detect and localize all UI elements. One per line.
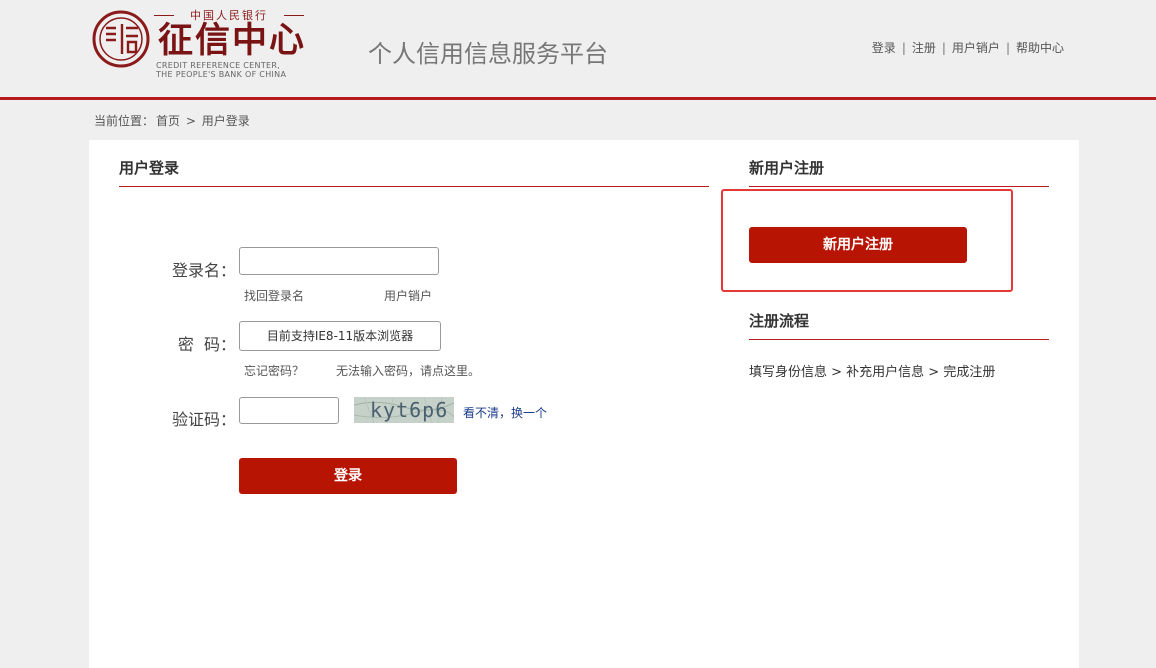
breadcrumb-prefix: 当前位置： bbox=[94, 114, 155, 128]
captcha-label: 验证码： bbox=[171, 410, 236, 429]
breadcrumb: 当前位置： 首页 > 用户登录 bbox=[94, 112, 252, 129]
nav-separator: | bbox=[901, 41, 906, 55]
forgot-password-link[interactable]: 忘记密码？ bbox=[244, 362, 304, 379]
register-section-title: 新用户注册 bbox=[749, 159, 825, 177]
breadcrumb-separator: > bbox=[185, 114, 196, 128]
logo-english-line2: THE PEOPLE'S BANK OF CHINA bbox=[156, 70, 287, 79]
nav-cancel-account-link[interactable]: 用户销户 bbox=[952, 41, 1000, 55]
password-input[interactable]: 目前支持IE8-11版本浏览器 bbox=[239, 321, 441, 351]
captcha-image[interactable]: kyt6p6 bbox=[354, 397, 454, 423]
captcha-text: kyt6p6 bbox=[370, 398, 449, 422]
nav-register-link[interactable]: 注册 bbox=[912, 41, 936, 55]
login-section-title: 用户登录 bbox=[119, 159, 180, 177]
captcha-input[interactable] bbox=[239, 397, 339, 424]
find-username-link[interactable]: 找回登录名 bbox=[244, 287, 304, 304]
username-input[interactable] bbox=[239, 247, 439, 275]
register-flow-title: 注册流程 bbox=[749, 312, 810, 330]
highlight-annotation bbox=[721, 189, 1013, 292]
breadcrumb-home-link[interactable]: 首页 bbox=[156, 114, 180, 128]
username-label: 登录名： bbox=[171, 261, 236, 280]
login-title-divider bbox=[119, 186, 709, 187]
header-divider bbox=[0, 97, 1156, 100]
register-flow-steps: 填写身份信息 > 补充用户信息 > 完成注册 bbox=[749, 365, 996, 380]
password-label: 密 码： bbox=[177, 335, 236, 354]
register-flow-divider bbox=[749, 339, 1049, 340]
logo-english-line1: CREDIT REFERENCE CENTER, bbox=[156, 61, 281, 70]
nav-login-link[interactable]: 登录 bbox=[872, 41, 896, 55]
seal-icon bbox=[92, 10, 150, 68]
logo-main-text: 征信中心 bbox=[158, 20, 307, 61]
nav-separator: | bbox=[1005, 41, 1010, 55]
platform-title: 个人信用信息服务平台 bbox=[368, 40, 608, 68]
register-title-divider bbox=[749, 186, 1049, 187]
cancel-account-link[interactable]: 用户销户 bbox=[384, 287, 432, 304]
nav-help-center-link[interactable]: 帮助中心 bbox=[1016, 41, 1064, 55]
login-button[interactable]: 登录 bbox=[239, 458, 457, 494]
refresh-captcha-link[interactable]: 看不清，换一个 bbox=[463, 404, 547, 421]
site-header: 中国人民银行 征信中心 CREDIT REFERENCE CENTER, THE… bbox=[0, 0, 1156, 97]
nav-separator: | bbox=[941, 41, 946, 55]
top-nav: 登录 | 注册 | 用户销户 | 帮助中心 bbox=[872, 39, 1064, 56]
breadcrumb-current: 用户登录 bbox=[201, 114, 250, 128]
cannot-input-password-link[interactable]: 无法输入密码，请点这里。 bbox=[336, 362, 480, 379]
pbc-credit-center-logo[interactable]: 中国人民银行 征信中心 CREDIT REFERENCE CENTER, THE… bbox=[92, 7, 307, 85]
